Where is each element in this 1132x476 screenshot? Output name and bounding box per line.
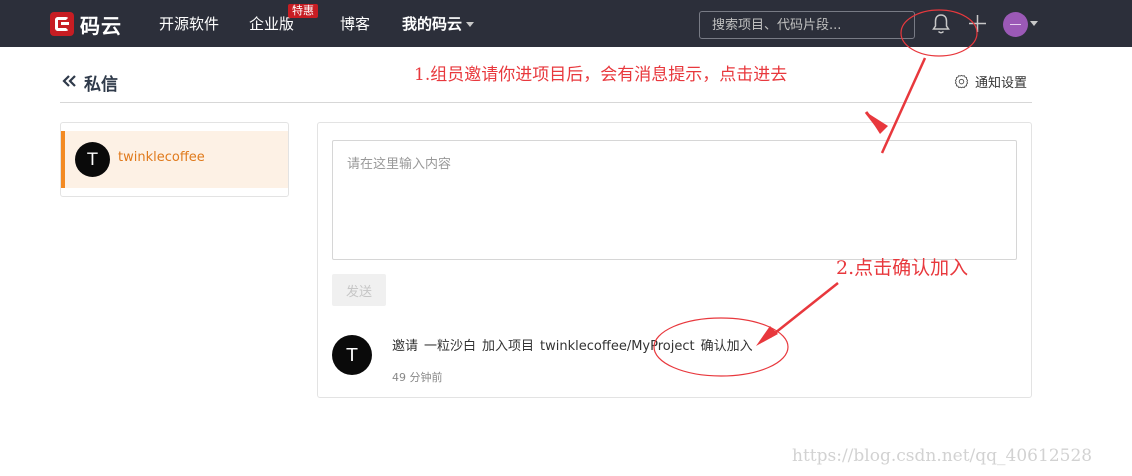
nav-my-gitee[interactable]: 我的码云 <box>402 14 475 34</box>
message-invite-word: 邀请 <box>392 339 419 354</box>
notification-settings-label: 通知设置 <box>975 76 1028 91</box>
message-avatar: T <box>332 335 372 375</box>
nav-open-source[interactable]: 开源软件 <box>159 14 219 34</box>
chevron-down-icon[interactable] <box>1030 21 1038 26</box>
message-timestamp: 49 分钟前 <box>392 371 443 384</box>
nav-my-gitee-label: 我的码云 <box>402 15 463 33</box>
avatar: T <box>75 142 110 177</box>
inviter-link[interactable]: 一粒沙白 <box>424 339 476 354</box>
top-navbar: 码云 开源软件 企业版 特惠 博客 我的码云 <box>0 0 1132 47</box>
notification-settings-link[interactable]: 通知设置 <box>954 72 1027 91</box>
user-avatar[interactable] <box>1003 12 1028 37</box>
logo-icon <box>50 12 74 36</box>
watermark: https://blog.csdn.net/qq_40612528 <box>792 446 1093 466</box>
double-chevron-left-icon[interactable] <box>62 74 78 88</box>
promo-badge: 特惠 <box>288 4 318 18</box>
title-divider <box>60 102 1032 103</box>
annotation-step-2: 2.点击确认加入 <box>836 257 969 279</box>
logo[interactable]: 码云 <box>50 12 122 38</box>
nav-enterprise[interactable]: 企业版 <box>249 14 294 34</box>
send-button[interactable]: 发送 <box>332 274 386 306</box>
plus-icon[interactable] <box>968 14 987 33</box>
confirm-join-link[interactable]: 确认加入 <box>701 339 753 354</box>
message-join-project-word: 加入项目 <box>482 339 535 354</box>
logo-text: 码云 <box>80 13 122 38</box>
search-input[interactable] <box>699 11 915 39</box>
message-input[interactable] <box>332 140 1017 260</box>
conversation-name: twinklecoffee <box>118 150 205 165</box>
project-link[interactable]: twinklecoffee/MyProject <box>540 339 695 354</box>
chevron-down-icon <box>466 22 475 27</box>
conversation-list: T twinklecoffee <box>60 122 289 197</box>
gear-icon <box>954 74 969 89</box>
nav-blog[interactable]: 博客 <box>340 14 370 34</box>
bell-icon[interactable] <box>931 13 951 35</box>
annotation-step-1: 1.组员邀请你进项目后，会有消息提示，点击进去 <box>414 65 788 85</box>
conversation-item[interactable]: T twinklecoffee <box>61 131 288 188</box>
message-text: 邀请 一粒沙白 加入项目 twinklecoffee/MyProject 确认加入 <box>392 335 759 354</box>
page-title: 私信 <box>84 75 118 95</box>
